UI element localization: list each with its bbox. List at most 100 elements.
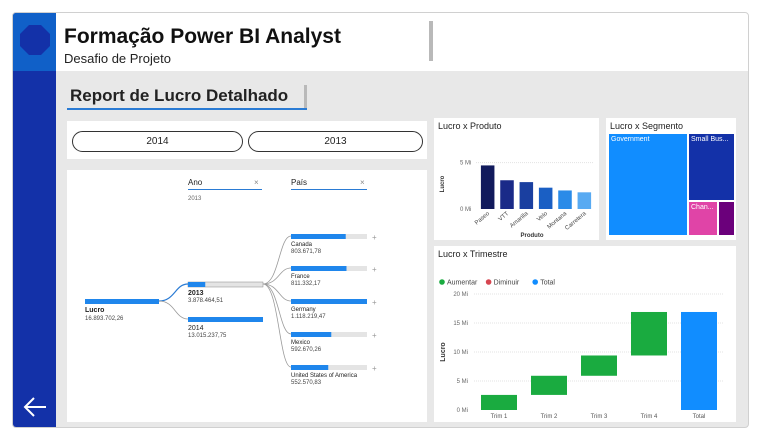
col-header-pais: País — [291, 178, 307, 187]
slicer-button-2013[interactable]: 2013 — [248, 131, 423, 152]
expand-plus-icon: + — [372, 265, 377, 274]
col-ano-selected: 2013 — [188, 196, 202, 202]
legend-marker — [532, 279, 538, 285]
profit-by-quarter-waterfall: Lucro x Trimestre Aumentar Diminuir Total 0… — [434, 246, 736, 422]
bar-fill — [291, 332, 332, 337]
country-label: France — [291, 274, 310, 280]
country-value: 552.570,83 — [291, 380, 322, 386]
page-title-divider — [304, 85, 307, 108]
bar — [519, 182, 534, 209]
x-tick-label: Carretera — [564, 211, 588, 232]
bar-chart-svg: 0 Mi5 MiLucroPaseo VTTAmarilla VeloMontana… — [440, 161, 594, 239]
app-subtitle: Desafio de Projeto — [64, 51, 171, 66]
root-value: 16.893.702,26 — [85, 316, 124, 322]
report-canvas: Formação Power BI Analyst Desafio de Pro… — [12, 12, 749, 428]
y-tick-label: 0 Mi — [460, 207, 471, 213]
col-ano-underline — [188, 189, 262, 190]
page-title-underline — [67, 108, 307, 110]
year-label: 2013 — [188, 290, 204, 297]
y-axis-label: Lucro — [440, 175, 446, 192]
legend-label: Diminuir — [494, 280, 520, 287]
col-header-ano: Ano — [188, 178, 203, 187]
x-tick-label: Trim 4 — [641, 414, 658, 420]
bar-fill — [188, 317, 263, 322]
col-pais-underline — [291, 189, 367, 190]
decomposition-tree-svg: Ano × 2013 País × Lucro 16.893.702,26 20… — [85, 178, 377, 386]
decomp-year-node[interactable]: 20133.878.464,51 — [187, 281, 264, 304]
close-ano-icon[interactable]: × — [254, 178, 259, 187]
bar — [480, 165, 495, 209]
slicer-button-2014[interactable]: 2014 — [72, 131, 243, 152]
waterfall-bar — [631, 311, 667, 356]
legend-marker — [439, 279, 445, 285]
octagon-logo-icon — [20, 25, 50, 55]
chart-title: Lucro x Segmento — [610, 121, 684, 131]
bar-fill — [188, 282, 206, 287]
back-arrow-icon[interactable] — [22, 395, 48, 419]
logo — [13, 13, 56, 71]
y-tick-label: 10 Mi — [453, 350, 468, 356]
country-label: Germany — [291, 307, 316, 313]
header: Formação Power BI Analyst Desafio de Pro… — [56, 13, 748, 71]
bar — [500, 180, 514, 209]
decomposition-tree: Ano × 2013 País × Lucro 16.893.702,26 20… — [67, 170, 427, 422]
y-tick-label: 0 Mi — [457, 408, 468, 414]
expand-plus-icon: + — [372, 364, 377, 373]
root-label: Lucro — [85, 307, 104, 314]
decomp-country-node[interactable]: + Mexico592.670,26 — [291, 331, 377, 353]
treemap-tile[interactable]: Chan... — [689, 202, 717, 235]
bar — [558, 190, 572, 209]
x-tick-label: VTT — [498, 211, 511, 223]
waterfall-bar — [581, 355, 617, 376]
decomp-year-node[interactable]: 201413.015.237,75 — [188, 317, 263, 339]
country-value: 1.118.219,47 — [291, 314, 326, 320]
x-tick-label: Amarilla — [509, 211, 530, 230]
x-tick-label: Paseo — [474, 211, 491, 227]
decomp-country-node[interactable]: + United States of America552.570,83 — [291, 364, 377, 386]
x-tick-label: Trim 1 — [491, 414, 508, 420]
expand-plus-icon: + — [372, 298, 377, 307]
header-divider — [429, 21, 433, 61]
bar-fill — [291, 365, 329, 370]
page-title: Report de Lucro Detalhado — [70, 86, 289, 105]
legend-label: Total — [540, 280, 555, 287]
bar — [577, 192, 592, 209]
country-label: United States of America — [291, 373, 358, 379]
x-axis-label: Produto — [521, 233, 544, 239]
country-value: 803.671,78 — [291, 249, 322, 255]
legend-marker — [485, 279, 492, 285]
y-tick-label: 5 Mi — [460, 161, 471, 167]
country-label: Canada — [291, 242, 313, 248]
year-slicer: 2014 2013 — [67, 121, 427, 159]
year-value: 3.878.464,51 — [188, 298, 224, 304]
legend-label: Aumentar — [447, 280, 478, 287]
x-tick-label: Velo — [536, 211, 549, 224]
y-axis-label: Lucro — [440, 342, 447, 361]
treemap-tile[interactable] — [719, 202, 734, 235]
waterfall-bar — [481, 394, 517, 410]
country-value: 811.332,17 — [291, 281, 321, 287]
app-title: Formação Power BI Analyst — [64, 25, 341, 48]
bar — [538, 187, 553, 209]
y-tick-label: 20 Mi — [453, 292, 468, 298]
decomp-country-node[interactable]: + Canada803.671,78 — [291, 233, 377, 255]
country-label: Mexico — [291, 340, 311, 346]
year-value: 13.015.237,75 — [188, 333, 227, 339]
waterfall-bar — [531, 375, 567, 395]
decomp-root-node[interactable]: Lucro 16.893.702,26 — [85, 299, 159, 322]
sidebar — [13, 13, 56, 427]
bar-fill — [291, 299, 367, 304]
x-tick-label: Total — [693, 414, 706, 420]
bar-fill — [291, 266, 347, 271]
waterfall-bar — [681, 311, 717, 410]
x-tick-label: Trim 2 — [541, 414, 558, 420]
close-pais-icon[interactable]: × — [360, 178, 365, 187]
treemap-area: Government Small Bus... Chan... — [609, 134, 734, 235]
treemap-tile[interactable]: Government — [609, 134, 687, 235]
decomp-country-node[interactable]: + Germany1.118.219,47 — [291, 298, 377, 320]
y-tick-label: 15 Mi — [453, 321, 468, 327]
treemap-tile[interactable]: Small Bus... — [689, 134, 734, 200]
expand-plus-icon: + — [372, 331, 377, 340]
decomp-country-node[interactable]: + France811.332,17 — [291, 265, 377, 287]
x-tick-label: Trim 3 — [591, 414, 608, 420]
